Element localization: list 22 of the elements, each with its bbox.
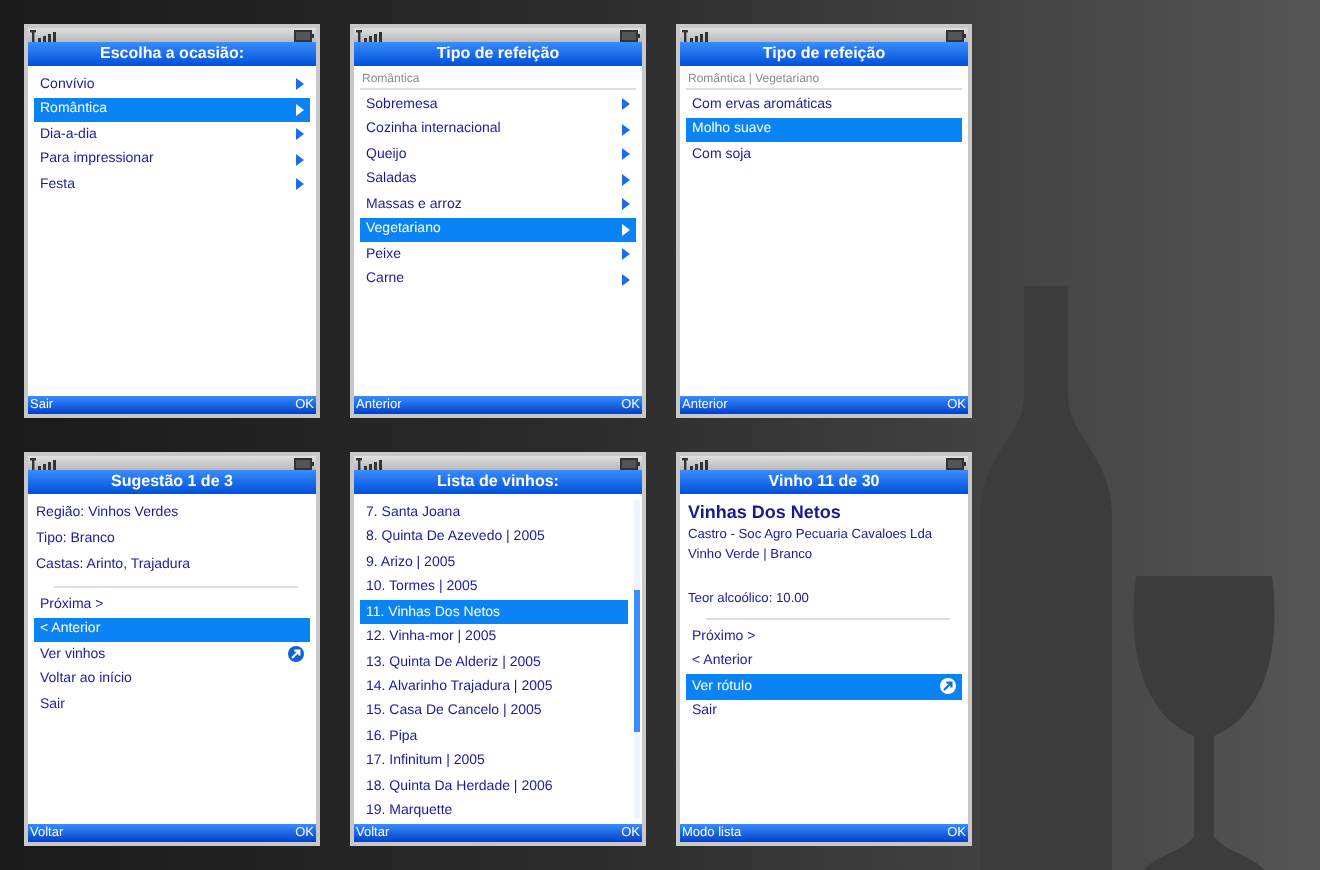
signal-icon xyxy=(356,29,384,41)
screen-title: Vinho 11 de 30 xyxy=(680,470,968,494)
link-arrow-icon xyxy=(288,646,304,663)
battery-icon xyxy=(294,457,314,469)
screen-title: Tipo de refeição xyxy=(680,42,968,66)
screen-title: Sugestão 1 de 3 xyxy=(28,470,316,494)
link-arrow-icon xyxy=(940,678,956,695)
battery-icon xyxy=(946,29,966,41)
screen-title: Escolha a ocasião: xyxy=(28,42,316,66)
signal-icon xyxy=(30,29,58,41)
battery-icon xyxy=(620,457,640,469)
battery-icon xyxy=(620,29,640,41)
signal-icon xyxy=(30,457,58,469)
battery-icon xyxy=(946,457,966,469)
screen-title: Tipo de refeição xyxy=(354,42,642,66)
battery-icon xyxy=(294,29,314,41)
signal-icon xyxy=(356,457,384,469)
signal-icon xyxy=(682,457,710,469)
screen-title: Lista de vinhos: xyxy=(354,470,642,494)
wine-name: Vinhas Dos Netos xyxy=(686,500,843,526)
signal-icon xyxy=(682,29,710,41)
scrollbar[interactable] xyxy=(634,500,640,818)
